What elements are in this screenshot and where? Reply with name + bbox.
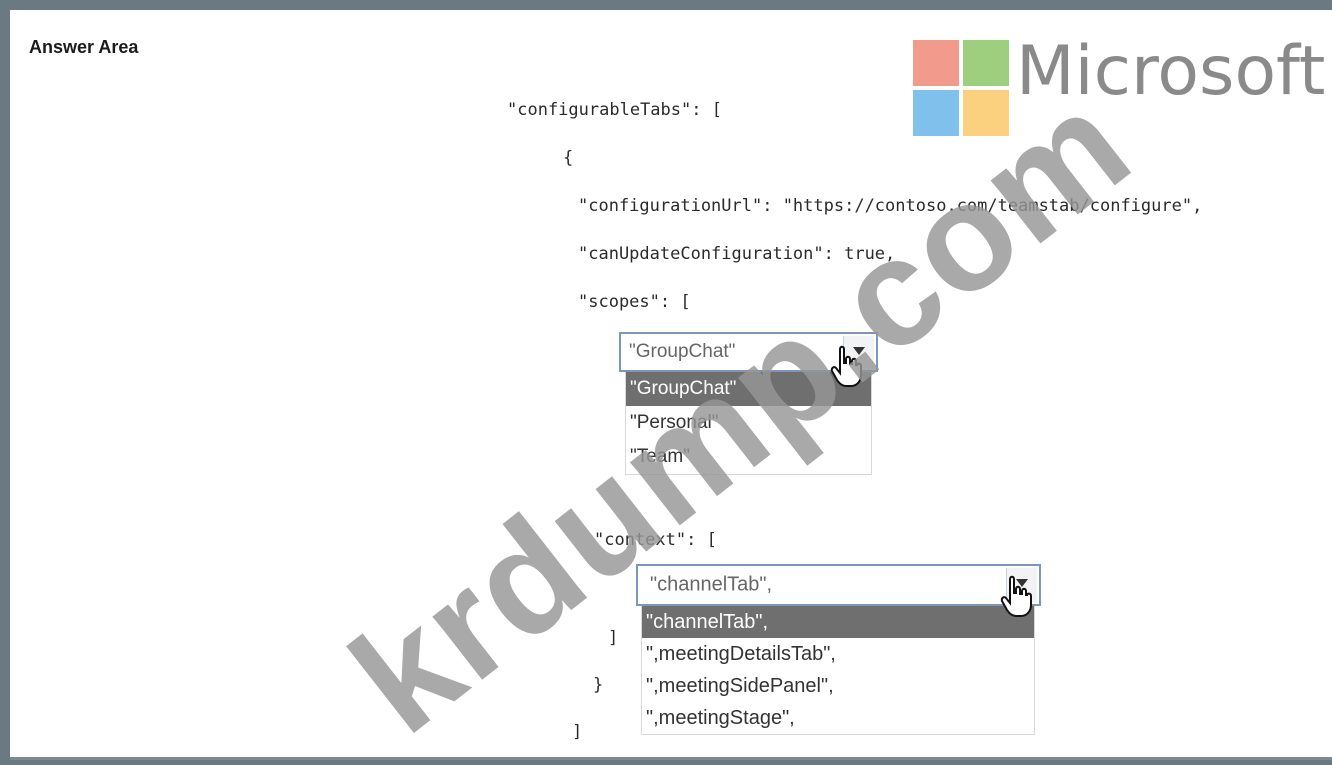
context-option[interactable]: ",meetingSidePanel",	[642, 670, 1034, 702]
page-title: Answer Area	[29, 37, 139, 57]
code-close-context: ]	[608, 628, 619, 648]
context-dropdown[interactable]: "channelTab", "channelTab", ",meetingDet…	[636, 564, 1041, 735]
answer-area: Answer Area Microsoft "configurableTabs"…	[10, 10, 1332, 760]
logo-square-green	[963, 40, 1009, 86]
logo-square-red	[913, 40, 959, 86]
code-close-tabs: ]	[572, 722, 583, 742]
context-option[interactable]: ",meetingStage",	[642, 702, 1034, 734]
code-open-brace: {	[563, 148, 574, 168]
context-option[interactable]: ",meetingDetailsTab",	[642, 638, 1034, 670]
context-option[interactable]: "channelTab",	[642, 606, 1034, 638]
code-scopes: "scopes": [	[578, 292, 691, 312]
code-configurable-tabs: "configurableTabs": [	[507, 100, 722, 120]
code-context: "context": [	[594, 530, 717, 550]
scopes-selected-value: "GroupChat"	[629, 341, 736, 362]
logo-square-yellow	[963, 90, 1009, 136]
code-configuration-url: "configurationUrl": "https://contoso.com…	[578, 196, 1203, 216]
hand-cursor-icon	[830, 345, 862, 387]
context-options-list: "channelTab", ",meetingDetailsTab", ",me…	[641, 606, 1035, 735]
scopes-option[interactable]: "Personal"	[626, 406, 871, 440]
context-selected-value: "channelTab",	[650, 573, 773, 596]
code-close-brace: }	[593, 675, 604, 695]
hand-cursor-icon	[1000, 575, 1032, 617]
context-dropdown-select[interactable]: "channelTab",	[636, 564, 1041, 606]
code-can-update-configuration: "canUpdateConfiguration": true,	[578, 244, 896, 264]
microsoft-wordmark: Microsoft	[1016, 32, 1326, 111]
logo-square-blue	[913, 90, 959, 136]
scopes-option[interactable]: "Team"	[626, 440, 871, 474]
